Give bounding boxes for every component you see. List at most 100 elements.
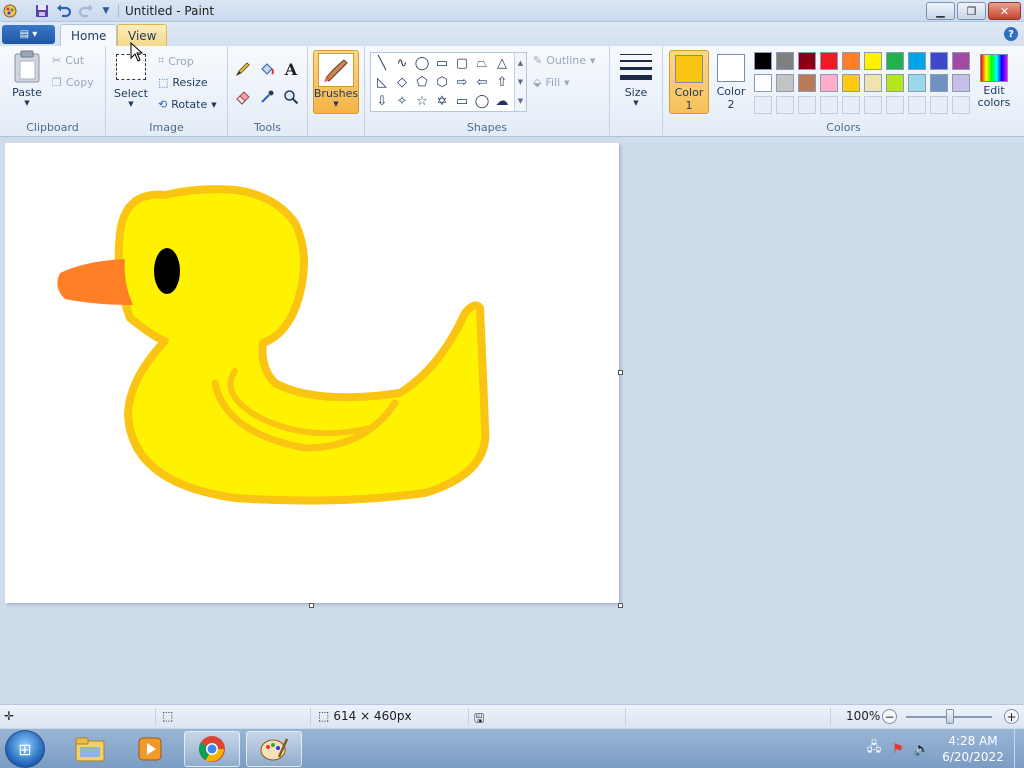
redo-icon[interactable] [78, 3, 94, 19]
eraser-icon[interactable] [233, 87, 253, 107]
palette-swatch[interactable] [798, 52, 816, 70]
rotate-button[interactable]: ⟲ Rotate ▼ [158, 98, 217, 111]
paste-button[interactable]: Paste ▼ [6, 50, 48, 107]
customize-qat-icon[interactable]: ▼ [98, 3, 114, 19]
right-triangle-shape-icon[interactable]: ◺ [373, 73, 391, 91]
fill-bucket-icon[interactable] [257, 59, 277, 79]
left-arrow-shape-icon[interactable]: ⇦ [473, 73, 491, 91]
color2-button[interactable]: Color 2 [711, 50, 751, 114]
palette-custom-slot[interactable] [886, 96, 904, 114]
shapes-scrollbar[interactable]: ▲ ▼ ▼ [514, 53, 526, 111]
outline-button[interactable]: ✎ Outline ▼ [533, 54, 595, 67]
palette-swatch[interactable] [798, 74, 816, 92]
magnifier-icon[interactable] [281, 87, 301, 107]
oval-shape-icon[interactable]: ◯ [413, 54, 431, 72]
four-point-star-shape-icon[interactable]: ✧ [393, 92, 411, 110]
palette-custom-slot[interactable] [798, 96, 816, 114]
zoom-in-button[interactable]: + [1004, 709, 1019, 724]
palette-swatch[interactable] [820, 74, 838, 92]
fill-button[interactable]: ⬙ Fill ▼ [533, 76, 570, 89]
palette-custom-slot[interactable] [952, 96, 970, 114]
system-clock[interactable]: 4:28 AM 6/20/2022 [940, 733, 1006, 765]
show-desktop-button[interactable] [1014, 729, 1024, 768]
tab-home[interactable]: Home [60, 24, 118, 46]
triangle-shape-icon[interactable]: △ [493, 54, 511, 72]
curve-shape-icon[interactable]: ∿ [393, 54, 411, 72]
palette-swatch[interactable] [820, 52, 838, 70]
rounded-callout-shape-icon[interactable]: ▭ [453, 92, 471, 110]
polygon-shape-icon[interactable]: ⏢ [473, 54, 491, 72]
diamond-shape-icon[interactable]: ◇ [393, 73, 411, 91]
palette-swatch[interactable] [842, 52, 860, 70]
volume-icon[interactable]: 🔈 [914, 741, 930, 757]
palette-swatch[interactable] [908, 52, 926, 70]
cloud-callout-shape-icon[interactable]: ☁ [493, 92, 511, 110]
palette-swatch[interactable] [908, 74, 926, 92]
brushes-button[interactable]: Brushes ▼ [313, 50, 359, 114]
palette-swatch[interactable] [842, 74, 860, 92]
five-point-star-shape-icon[interactable]: ☆ [413, 92, 431, 110]
resize-handle-right[interactable] [618, 370, 623, 375]
taskbar-explorer[interactable] [62, 731, 118, 767]
six-point-star-shape-icon[interactable]: ✡ [433, 92, 451, 110]
select-button[interactable]: Select ▼ [114, 54, 148, 108]
copy-button[interactable]: ❐ Copy [52, 76, 94, 89]
taskbar-chrome[interactable] [184, 731, 240, 767]
start-button[interactable]: ⊞ [5, 730, 45, 768]
size-button[interactable]: Size ▼ [618, 52, 654, 107]
rounded-rectangle-shape-icon[interactable]: ▢ [453, 54, 471, 72]
help-icon[interactable]: ? [1004, 27, 1018, 41]
palette-custom-slot[interactable] [930, 96, 948, 114]
palette-swatch[interactable] [754, 52, 772, 70]
taskbar-paint[interactable] [246, 731, 302, 767]
pentagon-shape-icon[interactable]: ⬠ [413, 73, 431, 91]
zoom-slider-thumb[interactable] [946, 709, 954, 724]
palette-custom-slot[interactable] [908, 96, 926, 114]
down-arrow-shape-icon[interactable]: ⇩ [373, 92, 391, 110]
network-icon[interactable]: 🖧 [866, 740, 882, 757]
palette-custom-slot[interactable] [842, 96, 860, 114]
edit-colors-button[interactable]: Edit colors [976, 50, 1012, 114]
palette-swatch[interactable] [886, 74, 904, 92]
text-tool-icon[interactable]: A [281, 59, 301, 79]
palette-swatch[interactable] [886, 52, 904, 70]
hexagon-shape-icon[interactable]: ⬡ [433, 73, 451, 91]
resize-button[interactable]: ⬚ Resize [158, 76, 208, 89]
palette-custom-slot[interactable] [864, 96, 882, 114]
palette-swatch[interactable] [864, 74, 882, 92]
palette-swatch[interactable] [952, 52, 970, 70]
rectangle-shape-icon[interactable]: ▭ [433, 54, 451, 72]
oval-callout-shape-icon[interactable]: ◯ [473, 92, 491, 110]
minimize-button[interactable]: ▁ [926, 2, 955, 20]
zoom-out-button[interactable]: − [882, 709, 897, 724]
cut-button[interactable]: ✂ Cut [52, 54, 84, 67]
up-arrow-shape-icon[interactable]: ⇧ [493, 73, 511, 91]
drawing-canvas[interactable] [5, 143, 619, 603]
palette-custom-slot[interactable] [754, 96, 772, 114]
palette-swatch[interactable] [952, 74, 970, 92]
palette-swatch[interactable] [776, 74, 794, 92]
palette-custom-slot[interactable] [776, 96, 794, 114]
palette-swatch[interactable] [864, 52, 882, 70]
color1-button[interactable]: Color 1 [669, 50, 709, 114]
canvas-workspace[interactable] [0, 137, 1024, 704]
palette-swatch[interactable] [754, 74, 772, 92]
paint-menu-button[interactable]: ▤ ▾ [2, 25, 55, 44]
taskbar-media-player[interactable] [122, 731, 178, 767]
paint-app-icon[interactable] [2, 3, 18, 19]
palette-swatch[interactable] [930, 52, 948, 70]
restore-button[interactable]: ❐ [957, 2, 986, 20]
palette-custom-slot[interactable] [820, 96, 838, 114]
palette-swatch[interactable] [930, 74, 948, 92]
close-button[interactable]: ✕ [988, 2, 1021, 20]
action-center-icon[interactable]: ⚑ [890, 741, 906, 757]
color-picker-icon[interactable] [257, 87, 277, 107]
save-icon[interactable] [34, 3, 50, 19]
line-shape-icon[interactable]: ╲ [373, 54, 391, 72]
resize-handle-corner[interactable] [618, 603, 623, 608]
pencil-icon[interactable] [233, 59, 253, 79]
crop-button[interactable]: ⌗ Crop [158, 54, 194, 68]
right-arrow-shape-icon[interactable]: ⇨ [453, 73, 471, 91]
resize-handle-bottom[interactable] [309, 603, 314, 608]
undo-icon[interactable] [56, 3, 72, 19]
